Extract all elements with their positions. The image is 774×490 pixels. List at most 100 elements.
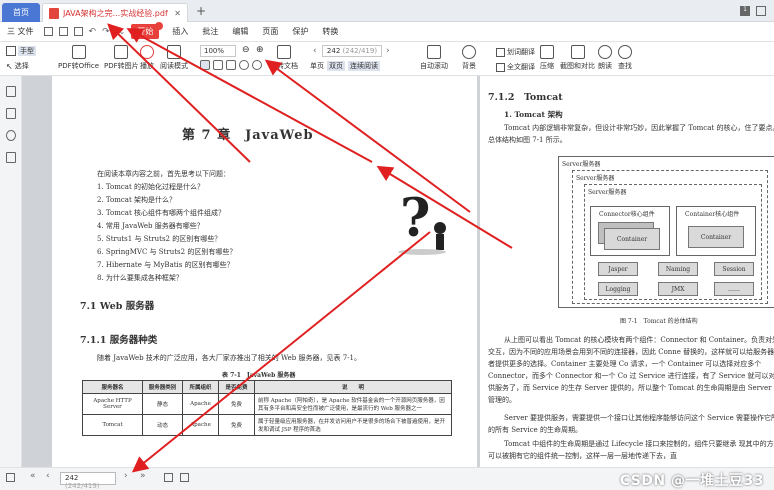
diagram-jasper-node: Jasper bbox=[598, 262, 638, 276]
read-aloud-label: 朗读 bbox=[598, 62, 612, 70]
fit-page-icon[interactable] bbox=[200, 60, 210, 70]
side-rail bbox=[0, 76, 22, 467]
menu-annotate[interactable]: 批注 bbox=[195, 26, 225, 37]
menu-file[interactable]: 三 文件 bbox=[0, 26, 41, 37]
open-icon[interactable] bbox=[58, 27, 68, 36]
page-right: 7.1.2 Tomcat 1. Tomcat 架构 Tomcat 内部逻辑非常复… bbox=[480, 76, 774, 467]
table-cell: Apache bbox=[182, 393, 219, 415]
bookmark-icon[interactable] bbox=[6, 86, 16, 97]
pdf-icon bbox=[49, 7, 59, 19]
search-icon bbox=[618, 45, 632, 59]
rotate-left-icon[interactable] bbox=[239, 60, 249, 70]
sidebar-toggle-icon[interactable] bbox=[6, 473, 15, 482]
diagram-logging-node: Logging bbox=[598, 282, 638, 296]
prev-page-icon[interactable]: ‹ bbox=[46, 471, 50, 481]
page-total: (242/419) bbox=[342, 47, 378, 55]
prev-page-icon[interactable]: ‹ bbox=[313, 46, 317, 56]
translate-full-button[interactable]: 全文翻译 bbox=[496, 62, 535, 72]
intro-lead: 在阅读本章内容之前，首先思考以下问题： bbox=[97, 170, 230, 178]
next-page-icon[interactable]: › bbox=[124, 471, 128, 481]
background-button[interactable]: 背景 bbox=[462, 45, 476, 71]
zoom-in-icon[interactable]: ⊕ bbox=[256, 45, 264, 55]
print-icon[interactable] bbox=[73, 27, 83, 36]
tab-close-icon[interactable]: ✕ bbox=[174, 9, 181, 18]
table-header: 说 明 bbox=[254, 380, 452, 394]
page-input[interactable]: 242 (242/419) bbox=[322, 45, 382, 57]
undo-icon[interactable]: ↶ bbox=[89, 27, 97, 37]
auto-scroll-label: 自动滚动 bbox=[420, 62, 448, 70]
question-figure-illustration: ? bbox=[398, 188, 446, 255]
bottom-page-input[interactable]: 242 (242/419) bbox=[60, 472, 116, 490]
save-icon[interactable] bbox=[43, 27, 53, 36]
page-layout-icon[interactable] bbox=[180, 473, 189, 482]
actual-size-icon[interactable] bbox=[226, 60, 236, 70]
scroll-icon bbox=[427, 45, 441, 59]
select-tool-button[interactable]: ↖ 选择 bbox=[6, 61, 29, 71]
single-page-button[interactable]: 单页 bbox=[310, 61, 324, 71]
menu-home[interactable]: 开始 bbox=[131, 22, 164, 39]
read-mode-button[interactable]: 阅读模式 bbox=[160, 45, 188, 71]
thumbnail-icon[interactable] bbox=[6, 108, 16, 119]
question-item: 8. 为什么要集成各种框架？ bbox=[97, 274, 183, 282]
signature-icon[interactable] bbox=[6, 152, 16, 163]
pdf-to-image-button[interactable]: PDF转图片 bbox=[104, 45, 139, 71]
continuous-read-button[interactable]: 连续阅读 bbox=[348, 61, 380, 71]
hand-icon bbox=[6, 46, 16, 56]
intro-block: 在阅读本章内容之前，首先思考以下问题： 1. Tomcat 的初始化过程是什么？… bbox=[97, 168, 397, 285]
pdf-to-office-button[interactable]: PDF转Office bbox=[58, 45, 99, 71]
diagram-more-node: …… bbox=[714, 282, 754, 296]
menu-page[interactable]: 页面 bbox=[255, 26, 285, 37]
diagram-label: Server服务器 bbox=[576, 175, 615, 182]
question-item: 1. Tomcat 的初始化过程是什么？ bbox=[97, 183, 205, 191]
document-viewer[interactable]: 第 7 章 JavaWeb 在阅读本章内容之前，首先思考以下问题： 1. Tom… bbox=[22, 76, 774, 467]
menu-convert[interactable]: 转换 bbox=[315, 26, 345, 37]
table-cell: 属于轻量级应用服务器，在并发访问用户不是很多的场合下被普遍使用，是开发和调试 J… bbox=[254, 414, 452, 436]
more-icon[interactable]: ⌄ bbox=[119, 27, 126, 36]
double-page-button[interactable]: 双页 bbox=[327, 61, 345, 71]
zoom-select[interactable]: 100% bbox=[200, 45, 236, 57]
page-total: (242/419) bbox=[65, 482, 100, 490]
find-button[interactable]: 查找 bbox=[618, 45, 632, 71]
book-icon bbox=[167, 45, 181, 59]
microphone-icon bbox=[598, 45, 612, 59]
page-number: 242 bbox=[326, 47, 341, 55]
hand-tool-button[interactable]: 手型 bbox=[6, 46, 36, 56]
section-heading: 7.1 Web 服务器 bbox=[80, 301, 155, 312]
redo-icon[interactable]: ↷ bbox=[102, 27, 110, 37]
image-icon bbox=[114, 45, 129, 59]
attachment-icon[interactable] bbox=[6, 130, 16, 141]
window-count-icon[interactable]: 1 bbox=[740, 6, 750, 16]
first-page-icon[interactable]: « bbox=[30, 471, 36, 481]
table-row: Tomcat 动态 Apache 免费 属于轻量级应用服务器，在并发访问用户不是… bbox=[82, 414, 452, 436]
compress-button[interactable]: 压缩 bbox=[540, 45, 554, 71]
rotate-right-icon[interactable] bbox=[252, 60, 262, 70]
menu-protect[interactable]: 保护 bbox=[285, 26, 315, 37]
menu-insert[interactable]: 插入 bbox=[165, 26, 195, 37]
tab-document[interactable]: JAVA架构之完...实战经验.pdf ✕ bbox=[42, 3, 188, 22]
chapter-title: 第 7 章 JavaWeb bbox=[182, 128, 314, 143]
rotate-document-button[interactable]: 旋转文档 bbox=[270, 45, 298, 71]
rotate-label: 旋转文档 bbox=[270, 62, 298, 70]
next-page-icon[interactable]: › bbox=[386, 46, 390, 56]
page-view-icon[interactable] bbox=[164, 473, 173, 482]
compress-icon bbox=[540, 45, 554, 59]
pdf-to-office-label: PDF转Office bbox=[58, 62, 100, 70]
zoom-out-icon[interactable]: ⊖ bbox=[242, 45, 250, 55]
tab-home[interactable]: 首页 bbox=[2, 3, 40, 22]
window-tile-icon[interactable] bbox=[756, 6, 766, 16]
question-item: 3. Tomcat 核心组件有哪两个组件组成？ bbox=[97, 209, 226, 217]
menu-edit[interactable]: 编辑 bbox=[225, 26, 255, 37]
server-table: 服务器名 服务器类别 所属组织 是否免费 说 明 Apache HTTP Ser… bbox=[82, 380, 452, 436]
menu-bar: 三 文件 ↶ ↷ ⌄ 开始 插入 批注 编辑 页面 保护 转换 bbox=[0, 22, 774, 42]
new-tab-icon[interactable]: + bbox=[196, 4, 206, 18]
diagram-label: Server服务器 bbox=[588, 189, 627, 196]
table-header: 服务器名 bbox=[82, 380, 143, 394]
auto-scroll-button[interactable]: 自动滚动 bbox=[420, 45, 448, 71]
translate-word-button[interactable]: 划词翻译 bbox=[496, 47, 535, 57]
question-item: 5. Struts1 与 Struts2 的区别有哪些？ bbox=[97, 235, 222, 243]
fit-width-icon[interactable] bbox=[213, 60, 223, 70]
play-button[interactable]: 播放 bbox=[140, 45, 154, 71]
last-page-icon[interactable]: » bbox=[140, 471, 146, 481]
screenshot-compare-button[interactable]: 截图和对比 bbox=[560, 45, 595, 71]
read-aloud-button[interactable]: 朗读 bbox=[598, 45, 612, 71]
